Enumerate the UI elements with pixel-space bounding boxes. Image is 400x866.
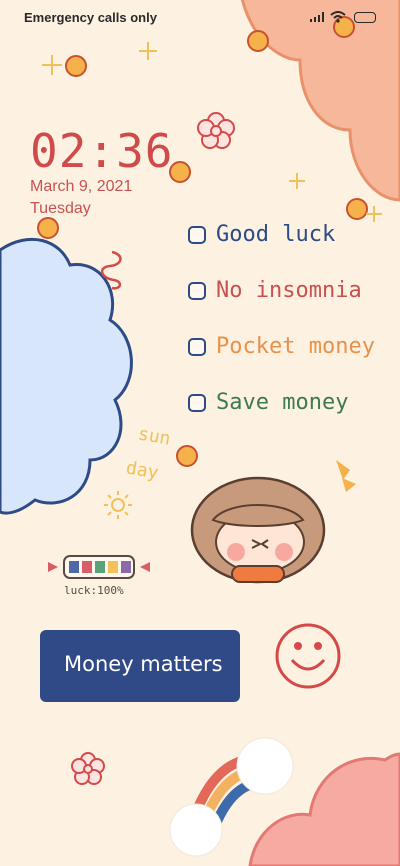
sun-icon [104,491,132,519]
lock-date: March 9, 2021 [30,178,133,195]
todo-label: Pocket money [216,334,375,359]
checkbox[interactable] [188,337,206,356]
lock-weekday: Tuesday [30,200,91,217]
luck-meter-label: luck:100% [64,584,124,597]
wifi-icon [330,11,346,23]
flower-doodle-bottom [71,752,105,785]
checkbox[interactable] [188,281,206,300]
todo-label: Save money [216,390,349,415]
todo-label: No insomnia [216,278,362,303]
leaf-doodle [336,460,356,492]
todo-label: Good luck [216,222,336,247]
luck-battery-icon [48,555,150,579]
checkbox[interactable] [188,225,206,244]
todo-item-pocket-money[interactable]: Pocket money [188,334,375,359]
battery-icon [354,12,376,23]
status-bar: Emergency calls only [0,0,400,36]
money-banner: Money matters [40,630,240,702]
lock-clock: 02:36 [30,124,174,178]
checkbox[interactable] [188,393,206,412]
todo-item-no-insomnia[interactable]: No insomnia [188,278,362,303]
flower-doodle [197,112,235,149]
todo-item-save-money[interactable]: Save money [188,390,348,415]
banner-text: Money matters [64,652,223,676]
smiley-face-icon [275,623,341,689]
carrier-label: Emergency calls only [24,10,157,25]
signal-icon [310,12,324,22]
girl-character-illustration [190,476,326,584]
todo-item-good-luck[interactable]: Good luck [188,222,335,247]
